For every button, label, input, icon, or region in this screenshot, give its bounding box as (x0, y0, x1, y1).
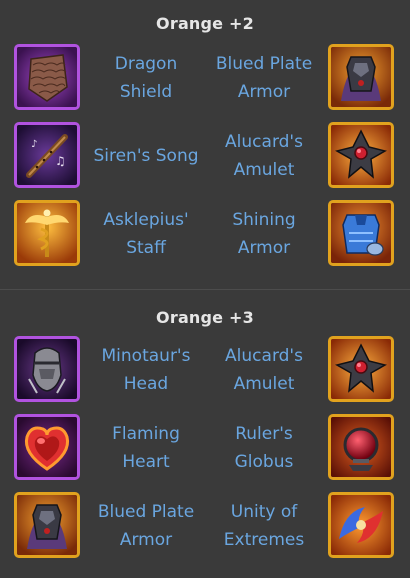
shining-armor-icon[interactable] (328, 200, 394, 266)
item-name-line: Unity of (230, 502, 298, 522)
minotaurs-head-icon[interactable] (14, 336, 80, 402)
item-name: Dragon Shield (84, 50, 208, 106)
section-orange-plus-3: Orange +3 Minotaur's Head Alucard's Amul… (0, 289, 410, 578)
item-name-line: Dragon (114, 54, 178, 74)
item-name-line: Ruler's (235, 424, 293, 444)
section-title: Orange +2 (156, 14, 254, 33)
item-name-line: Globus (234, 452, 294, 472)
item-row: Flaming Heart Ruler's Globus (0, 414, 410, 484)
item-row: Asklepius' Staff Shining Armor (0, 200, 410, 270)
item-name: Shining Armor (202, 206, 326, 262)
item-name-line: Heart (122, 452, 170, 472)
item-name: Asklepius' Staff (84, 206, 208, 262)
sirens-song-icon[interactable]: ♫ ♪ (14, 122, 80, 188)
item-name-line: Flaming (112, 424, 180, 444)
item-name: Ruler's Globus (202, 420, 326, 476)
rulers-globus-icon[interactable] (328, 414, 394, 480)
item-name-line: Armor (119, 530, 173, 550)
item-name-line: Amulet (233, 160, 295, 180)
item-name-line: Minotaur's (101, 346, 191, 366)
item-name-line: Asklepius' (103, 210, 189, 230)
item-name-line: Armor (237, 238, 291, 258)
item-name: Alucard's Amulet (202, 342, 326, 398)
item-name-line: Armor (237, 82, 291, 102)
item-name: Alucard's Amulet (202, 128, 326, 184)
dragon-shield-icon[interactable] (14, 44, 80, 110)
item-name-line: Head (123, 374, 169, 394)
item-name-line: Extremes (223, 530, 305, 550)
item-row: Blued Plate Armor Unity of Extremes (0, 492, 410, 562)
alucards-amulet-icon[interactable] (328, 336, 394, 402)
alucards-amulet-icon[interactable] (328, 122, 394, 188)
flaming-heart-icon[interactable] (14, 414, 80, 480)
item-name-line: Staff (126, 238, 166, 258)
unity-of-extremes-icon[interactable] (328, 492, 394, 558)
section-title: Orange +3 (156, 308, 254, 327)
item-name-line: Alucard's (225, 346, 303, 366)
item-name-line: Alucard's (225, 132, 303, 152)
item-name-line: Shield (119, 82, 173, 102)
item-name: Flaming Heart (84, 420, 208, 476)
item-name: Unity of Extremes (202, 498, 326, 554)
item-name-line: Blued Plate (215, 54, 313, 74)
item-name-line: Blued Plate (97, 502, 195, 522)
asklepius-staff-icon[interactable] (14, 200, 80, 266)
item-name-line: Siren's Song (93, 146, 199, 166)
section-orange-plus-2: Orange +2 Dragon Shield Blued Plate Armo… (0, 0, 410, 289)
item-name-line: Shining (232, 210, 296, 230)
item-row: Dragon Shield Blued Plate Armor (0, 44, 410, 114)
svg-text:♪: ♪ (31, 139, 37, 150)
item-name: Blued Plate Armor (202, 50, 326, 106)
item-row: ♫ ♪ Siren's Song Alucard's Amulet (0, 122, 410, 192)
item-name-line: Amulet (233, 374, 295, 394)
item-row: Minotaur's Head Alucard's Amulet (0, 336, 410, 406)
blued-plate-armor-icon[interactable] (14, 492, 80, 558)
item-name: Blued Plate Armor (84, 498, 208, 554)
svg-text:♫: ♫ (55, 154, 66, 168)
item-name: Siren's Song (84, 142, 208, 170)
item-name: Minotaur's Head (84, 342, 208, 398)
blued-plate-armor-icon[interactable] (328, 44, 394, 110)
